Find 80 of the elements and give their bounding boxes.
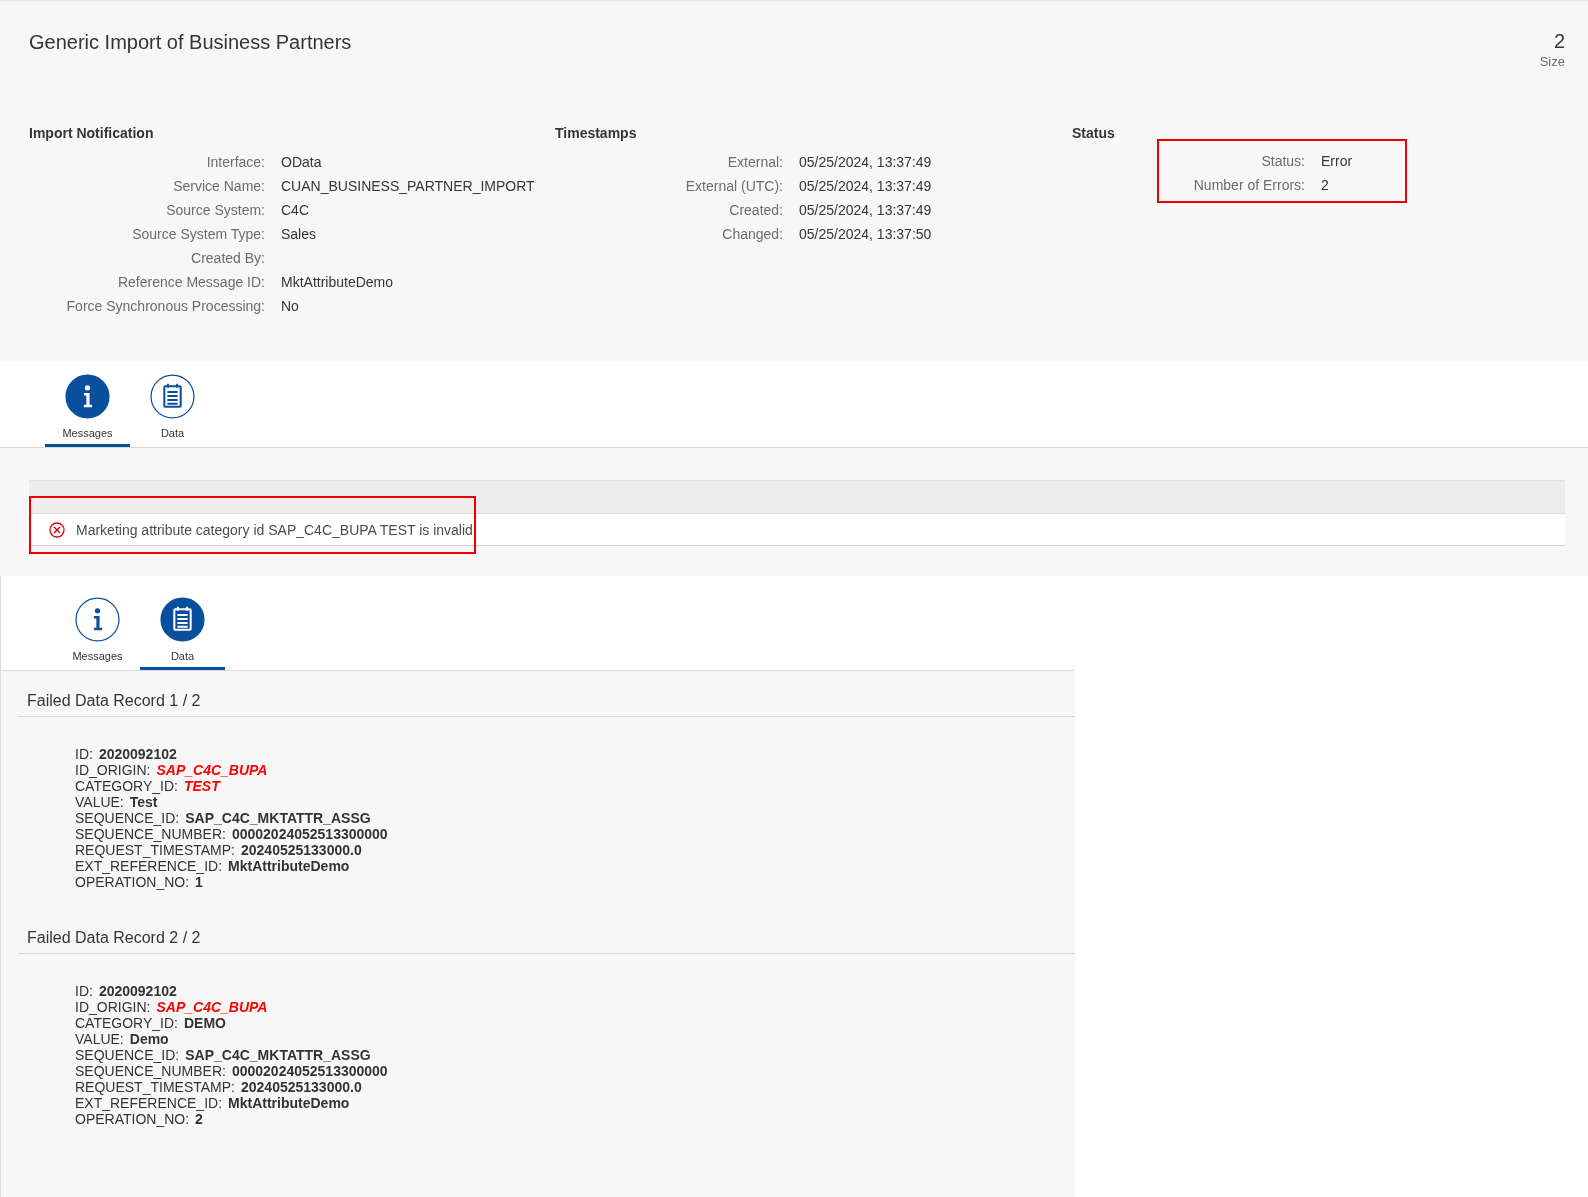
field-label: Reference Message ID: [116, 274, 265, 290]
record-field-label: SEQUENCE_NUMBER: [75, 1063, 226, 1079]
record-field-value: 2020092102 [98, 746, 177, 762]
record-field-label: OPERATION_NO: [75, 1111, 190, 1127]
field-value: Error [1321, 153, 1353, 169]
page-title: Generic Import of Business Partners [29, 31, 352, 54]
section-title: Status [1072, 125, 1116, 143]
field-label: Force Synchronous Processing: [65, 298, 265, 314]
record-field-label: EXT_REFERENCE_ID: [75, 1095, 223, 1111]
field-value: OData [281, 154, 322, 170]
field-value: 05/25/2024, 13:37:49 [799, 178, 932, 194]
field-value: C4C [281, 202, 309, 218]
field-label: Changed: [721, 226, 783, 242]
info-icon [65, 374, 110, 419]
record-field-value: SAP_C4C_MKTATTR_ASSG [185, 1047, 371, 1063]
field-value: No [281, 298, 299, 314]
error-icon [49, 521, 65, 538]
record-field-label: VALUE: [75, 794, 124, 810]
field-label: Source System: [165, 202, 265, 218]
record-field-label: CATEGORY_ID: [75, 1015, 178, 1031]
field-label: Created By: [190, 250, 265, 266]
field-label: Service Name: [172, 178, 265, 194]
record-field-value: 20240525133000.0 [241, 1079, 362, 1095]
record-field-value: 00002024052513300000 [231, 1063, 388, 1079]
record-field-value: 2020092102 [98, 983, 177, 999]
clipboard-icon [150, 374, 195, 419]
icon-tab[interactable]: Data [140, 584, 225, 670]
record-field-label: ID: [75, 983, 93, 999]
record-field-label: ID_ORIGIN: [75, 999, 151, 1015]
record-field-value: SAP_C4C_BUPA [156, 999, 268, 1015]
record-field-value: SAP_C4C_MKTATTR_ASSG [185, 810, 371, 826]
record-field-label: SEQUENCE_ID: [75, 1047, 180, 1063]
size-value: 2 [1553, 29, 1565, 54]
record-field-value: 00002024052513300000 [231, 826, 388, 842]
field-value: CUAN_BUSINESS_PARTNER_IMPORT [281, 178, 535, 194]
icon-tab[interactable]: Data [130, 361, 215, 447]
icon-tab[interactable]: Messages [45, 361, 130, 447]
record-field-label: ID: [75, 746, 93, 762]
record-field-label: CATEGORY_ID: [75, 778, 178, 794]
record-field-value: 20240525133000.0 [241, 842, 362, 858]
record-field-label: VALUE: [75, 1031, 124, 1047]
record-field-value: Test [129, 794, 158, 810]
record-title: Failed Data Record 1 / 2 [27, 692, 201, 709]
record-field-value: SAP_C4C_BUPA [156, 762, 268, 778]
field-value: 05/25/2024, 13:37:49 [799, 154, 932, 170]
record-field-label: OPERATION_NO: [75, 874, 190, 890]
section-title: Import Notification [29, 125, 155, 143]
field-label: External: [726, 154, 783, 170]
record-field-value: Demo [129, 1031, 169, 1047]
record-field-value: 1 [195, 874, 203, 890]
field-value: 2 [1321, 177, 1329, 193]
section-title: Timestamps [555, 125, 638, 143]
field-value: Sales [281, 226, 317, 242]
field-value: 05/25/2024, 13:37:49 [799, 202, 932, 218]
icon-tab[interactable]: Messages [55, 584, 140, 670]
field-label: Interface: [205, 154, 265, 170]
field-label: Number of Errors: [1192, 177, 1305, 193]
field-value: MktAttributeDemo [281, 274, 394, 290]
field-value: 05/25/2024, 13:37:50 [799, 226, 932, 242]
record-field-label: SEQUENCE_NUMBER: [75, 826, 226, 842]
field-label: Status: [1260, 153, 1305, 169]
record-field-label: REQUEST_TIMESTAMP: [75, 1079, 235, 1095]
message-text: Marketing attribute category id SAP_C4C_BUPA TEST is invalid [76, 521, 473, 538]
record-field-label: ID_ORIGIN: [75, 762, 151, 778]
record-field-value: TEST [183, 778, 220, 794]
record-field-label: SEQUENCE_ID: [75, 810, 180, 826]
record-field-value: DEMO [183, 1015, 226, 1031]
record-field-value: MktAttributeDemo [228, 1095, 350, 1111]
field-label: Created: [728, 202, 783, 218]
record-title: Failed Data Record 2 / 2 [27, 929, 201, 946]
record-field-value: MktAttributeDemo [228, 858, 350, 874]
field-label: External (UTC): [684, 178, 783, 194]
record-field-value: 2 [195, 1111, 203, 1127]
info-icon [75, 597, 120, 642]
record-field-label: EXT_REFERENCE_ID: [75, 858, 223, 874]
record-field-label: REQUEST_TIMESTAMP: [75, 842, 235, 858]
size-label: Size [1539, 54, 1565, 69]
field-label: Source System Type: [131, 226, 265, 242]
message-row[interactable]: Marketing attribute category id SAP_C4C_BUPA TEST is invalid [29, 513, 1565, 546]
clipboard-icon [160, 597, 205, 642]
